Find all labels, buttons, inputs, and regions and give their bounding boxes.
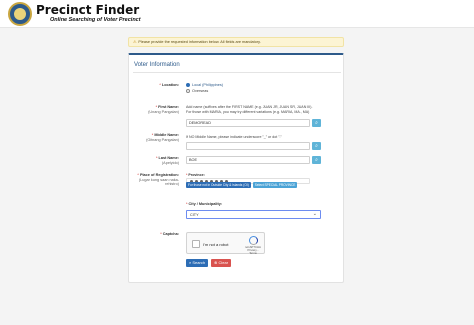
radio-overseas[interactable] (186, 89, 190, 93)
first-name-search-icon[interactable]: ⌕ (312, 119, 321, 127)
card-title: Voter Information (134, 62, 180, 68)
location-label: * Location: (159, 83, 179, 87)
middle-name-search-icon[interactable]: ⌕ (312, 142, 321, 150)
first-name-hint: Add name (suffixes after the FIRST NAME … (186, 105, 313, 114)
info-alert: ⚠ Please provide the requested informatio… (128, 37, 344, 47)
middle-name-label: * Middle Name: (Gitnang Pangalan) (146, 133, 179, 142)
recaptcha-icon (249, 236, 258, 245)
close-icon: ⊗ (214, 260, 218, 265)
logo-emblem (14, 8, 26, 20)
page-subtitle: Online Searching of Voter Precinct (50, 17, 141, 23)
warning-icon: ⚠ (133, 40, 137, 44)
city-select[interactable]: CITY ⌄ (186, 210, 321, 219)
first-name-label: * First Name: (Unang Pangalan) (148, 105, 179, 114)
header: Precinct Finder Online Searching of Vote… (0, 0, 474, 28)
voter-information-card: Voter Information * Location: Local (Phi… (128, 53, 344, 283)
first-name-input[interactable]: DEMOREAD (186, 119, 310, 127)
last-name-label: * Last Name: (Apelyido) (155, 156, 179, 165)
alert-text: Please provide the requested information… (138, 40, 261, 44)
radio-local[interactable] (186, 83, 190, 87)
captcha-label: * Captcha: (160, 232, 179, 236)
location-option-overseas[interactable]: Overseas (186, 89, 208, 93)
captcha-checkbox[interactable] (192, 240, 200, 248)
search-button[interactable]: ⌕ Search (186, 259, 209, 267)
last-name-input[interactable]: BOE (186, 156, 310, 164)
captcha-text: I'm not a robot (203, 241, 229, 247)
province-label: * Province: (186, 173, 205, 177)
recaptcha-widget: I'm not a robot reCAPTCHA Privacy - Terms (186, 232, 265, 255)
clear-button[interactable]: ⊗ Clear (211, 259, 232, 267)
city-selected-value: CITY (190, 213, 199, 217)
city-label: * City / Municipality: (186, 202, 223, 206)
recaptcha-brand: reCAPTCHA Privacy - Terms (245, 245, 261, 255)
search-icon: ⌕ (189, 260, 192, 265)
divider (133, 72, 341, 73)
place-of-registration-label: * Place of Registration: (Lugar kung saan… (137, 173, 179, 186)
page-title: Precinct Finder (36, 3, 140, 17)
middle-name-input[interactable] (186, 142, 310, 150)
tab-province-not-special[interactable]: For those not in Outside City & Islands … (186, 182, 251, 188)
chevron-down-icon: ⌄ (312, 211, 317, 217)
location-option-local[interactable]: Local (Philippines) (186, 83, 223, 87)
province-tabs: For those not in Outside City & Islands … (186, 182, 298, 188)
last-name-search-icon[interactable]: ⌕ (312, 156, 321, 164)
comelec-logo (8, 2, 32, 26)
tab-special-province[interactable]: Select SPECIAL PROVINCE (252, 182, 298, 188)
middle-name-hint: If NO Middle Name, please indicate under… (186, 135, 282, 139)
